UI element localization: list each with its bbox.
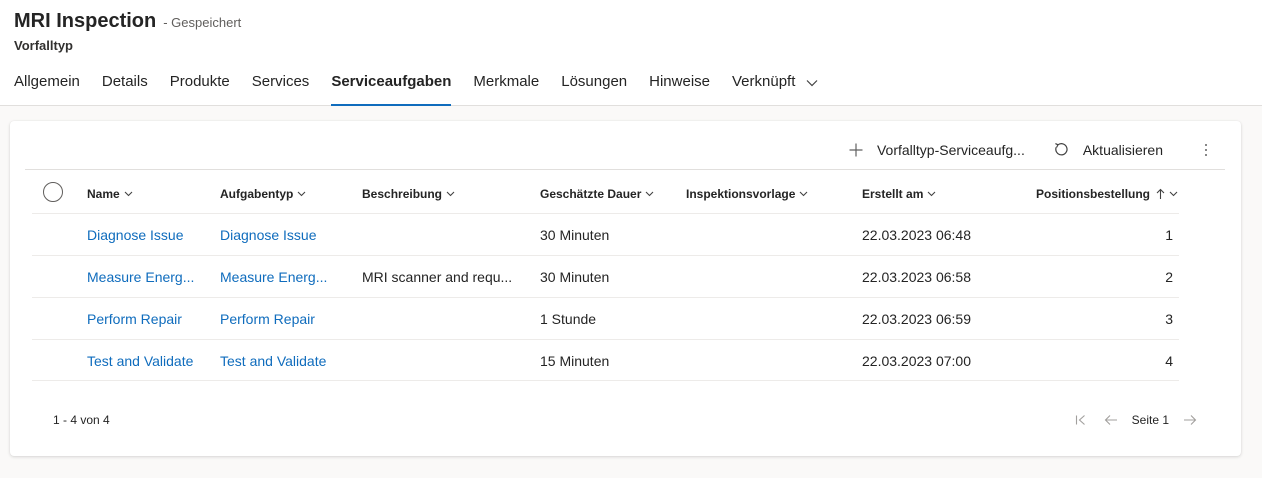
column-header-created-on[interactable]: Erstellt am xyxy=(862,187,936,201)
column-header-line-order[interactable]: Positionsbestellung xyxy=(1036,187,1178,201)
chevron-down-icon xyxy=(799,191,808,197)
chevron-down-icon xyxy=(645,191,654,197)
column-header-name[interactable]: Name xyxy=(87,187,133,201)
cell-name[interactable]: Measure Energ... xyxy=(87,256,194,298)
entity-type-label: Vorfalltyp xyxy=(14,38,73,53)
next-page-icon xyxy=(1184,415,1197,425)
cell-created-on: 22.03.2023 07:00 xyxy=(862,353,971,369)
cell-name[interactable]: Perform Repair xyxy=(87,298,182,340)
cell-duration: 15 Minuten xyxy=(540,353,610,369)
page-indicator: Seite 1 xyxy=(1131,413,1169,427)
table-row[interactable]: Diagnose Issue Diagnose Issue 30 Minuten… xyxy=(32,213,1179,255)
column-header-duration-label: Geschätzte Dauer xyxy=(540,187,642,201)
cell-name[interactable]: Test and Validate xyxy=(87,340,193,382)
title-row: MRI Inspection - Gespeichert xyxy=(14,10,241,33)
previous-page-button[interactable] xyxy=(1100,409,1122,431)
table-row[interactable]: Perform Repair Perform Repair 1 Stunde 2… xyxy=(32,297,1179,339)
next-page-button[interactable] xyxy=(1179,409,1201,431)
chevron-down-icon xyxy=(1169,191,1178,197)
column-header-line-order-label: Positionsbestellung xyxy=(1036,187,1151,201)
column-header-description[interactable]: Beschreibung xyxy=(362,187,455,201)
column-header-duration[interactable]: Geschätzte Dauer xyxy=(540,187,654,201)
add-icon xyxy=(849,143,863,157)
column-header-inspection-template-label: Inspektionsvorlage xyxy=(686,187,796,201)
more-vertical-icon xyxy=(1205,144,1207,156)
first-page-icon xyxy=(1075,415,1085,425)
chevron-down-icon xyxy=(446,191,455,197)
form-header: MRI Inspection - Gespeichert Vorfalltyp … xyxy=(0,0,1262,106)
tab-details[interactable]: Details xyxy=(102,68,148,106)
cell-name[interactable]: Diagnose Issue xyxy=(87,214,184,256)
record-count: 1 - 4 von 4 xyxy=(53,413,110,427)
sort-ascending-icon xyxy=(1156,188,1165,199)
tab-produkte[interactable]: Produkte xyxy=(170,68,230,106)
tab-services[interactable]: Services xyxy=(252,68,310,106)
first-page-button[interactable] xyxy=(1070,409,1092,431)
new-service-task-button[interactable]: Vorfalltyp-Serviceaufg... xyxy=(849,142,1025,158)
cell-task-type[interactable]: Test and Validate xyxy=(220,340,326,382)
chevron-down-icon xyxy=(297,191,306,197)
cell-duration: 30 Minuten xyxy=(540,227,610,243)
tab-merkmale[interactable]: Merkmale xyxy=(473,68,539,106)
cell-duration: 1 Stunde xyxy=(540,311,597,327)
more-commands-button[interactable] xyxy=(1191,135,1221,165)
cell-description: MRI scanner and requ... xyxy=(362,269,513,285)
select-all-checkbox[interactable] xyxy=(43,182,63,202)
tab-serviceaufgaben[interactable]: Serviceaufgaben xyxy=(331,68,452,106)
column-header-name-label: Name xyxy=(87,187,120,201)
column-header-description-label: Beschreibung xyxy=(362,187,443,201)
cell-created-on: 22.03.2023 06:59 xyxy=(862,311,971,327)
column-header-inspection-template[interactable]: Inspektionsvorlage xyxy=(686,187,808,201)
save-status: - Gespeichert xyxy=(163,15,242,30)
pagination: Seite 1 xyxy=(1062,409,1201,431)
cell-line-order: 1 xyxy=(1165,227,1173,243)
tab-list: Allgemein Details Produkte Services Serv… xyxy=(14,68,840,106)
tab-verknuepft-label: Verknüpft xyxy=(732,73,796,90)
refresh-label: Aktualisieren xyxy=(1082,142,1163,158)
cell-line-order: 4 xyxy=(1165,353,1173,369)
previous-page-icon xyxy=(1104,415,1117,425)
chevron-down-icon xyxy=(124,191,133,197)
table-row[interactable]: Test and Validate Test and Validate 15 M… xyxy=(32,339,1179,381)
tab-hinweise[interactable]: Hinweise xyxy=(649,68,710,106)
command-bar: Vorfalltyp-Serviceaufg... Aktualisieren xyxy=(849,135,1241,165)
chevron-down-icon xyxy=(927,191,936,197)
page-title: MRI Inspection xyxy=(14,10,157,32)
cell-created-on: 22.03.2023 06:58 xyxy=(862,269,971,285)
chevron-down-icon xyxy=(806,69,818,96)
table-row[interactable]: Measure Energ... Measure Energ... MRI sc… xyxy=(32,255,1179,297)
cell-task-type[interactable]: Measure Energ... xyxy=(220,256,327,298)
cell-line-order: 3 xyxy=(1165,311,1173,327)
cell-created-on: 22.03.2023 06:48 xyxy=(862,227,971,243)
cell-task-type[interactable]: Diagnose Issue xyxy=(220,214,317,256)
grid-top-divider xyxy=(25,169,1225,170)
cell-duration: 30 Minuten xyxy=(540,269,610,285)
tab-allgemein[interactable]: Allgemein xyxy=(14,68,80,106)
column-header-created-on-label: Erstellt am xyxy=(862,187,924,201)
new-service-task-label: Vorfalltyp-Serviceaufg... xyxy=(876,142,1025,158)
cell-task-type[interactable]: Perform Repair xyxy=(220,298,315,340)
subgrid-card: Vorfalltyp-Serviceaufg... Aktualisieren … xyxy=(10,121,1241,456)
cell-line-order: 2 xyxy=(1165,269,1173,285)
column-header-task-type[interactable]: Aufgabentyp xyxy=(220,187,306,201)
refresh-button[interactable]: Aktualisieren xyxy=(1053,142,1163,158)
grid-bottom-divider xyxy=(32,380,1179,381)
refresh-icon xyxy=(1054,143,1068,156)
column-header-task-type-label: Aufgabentyp xyxy=(220,187,294,201)
tab-verknuepft[interactable]: Verknüpft xyxy=(732,68,818,106)
tab-loesungen[interactable]: Lösungen xyxy=(561,68,627,106)
